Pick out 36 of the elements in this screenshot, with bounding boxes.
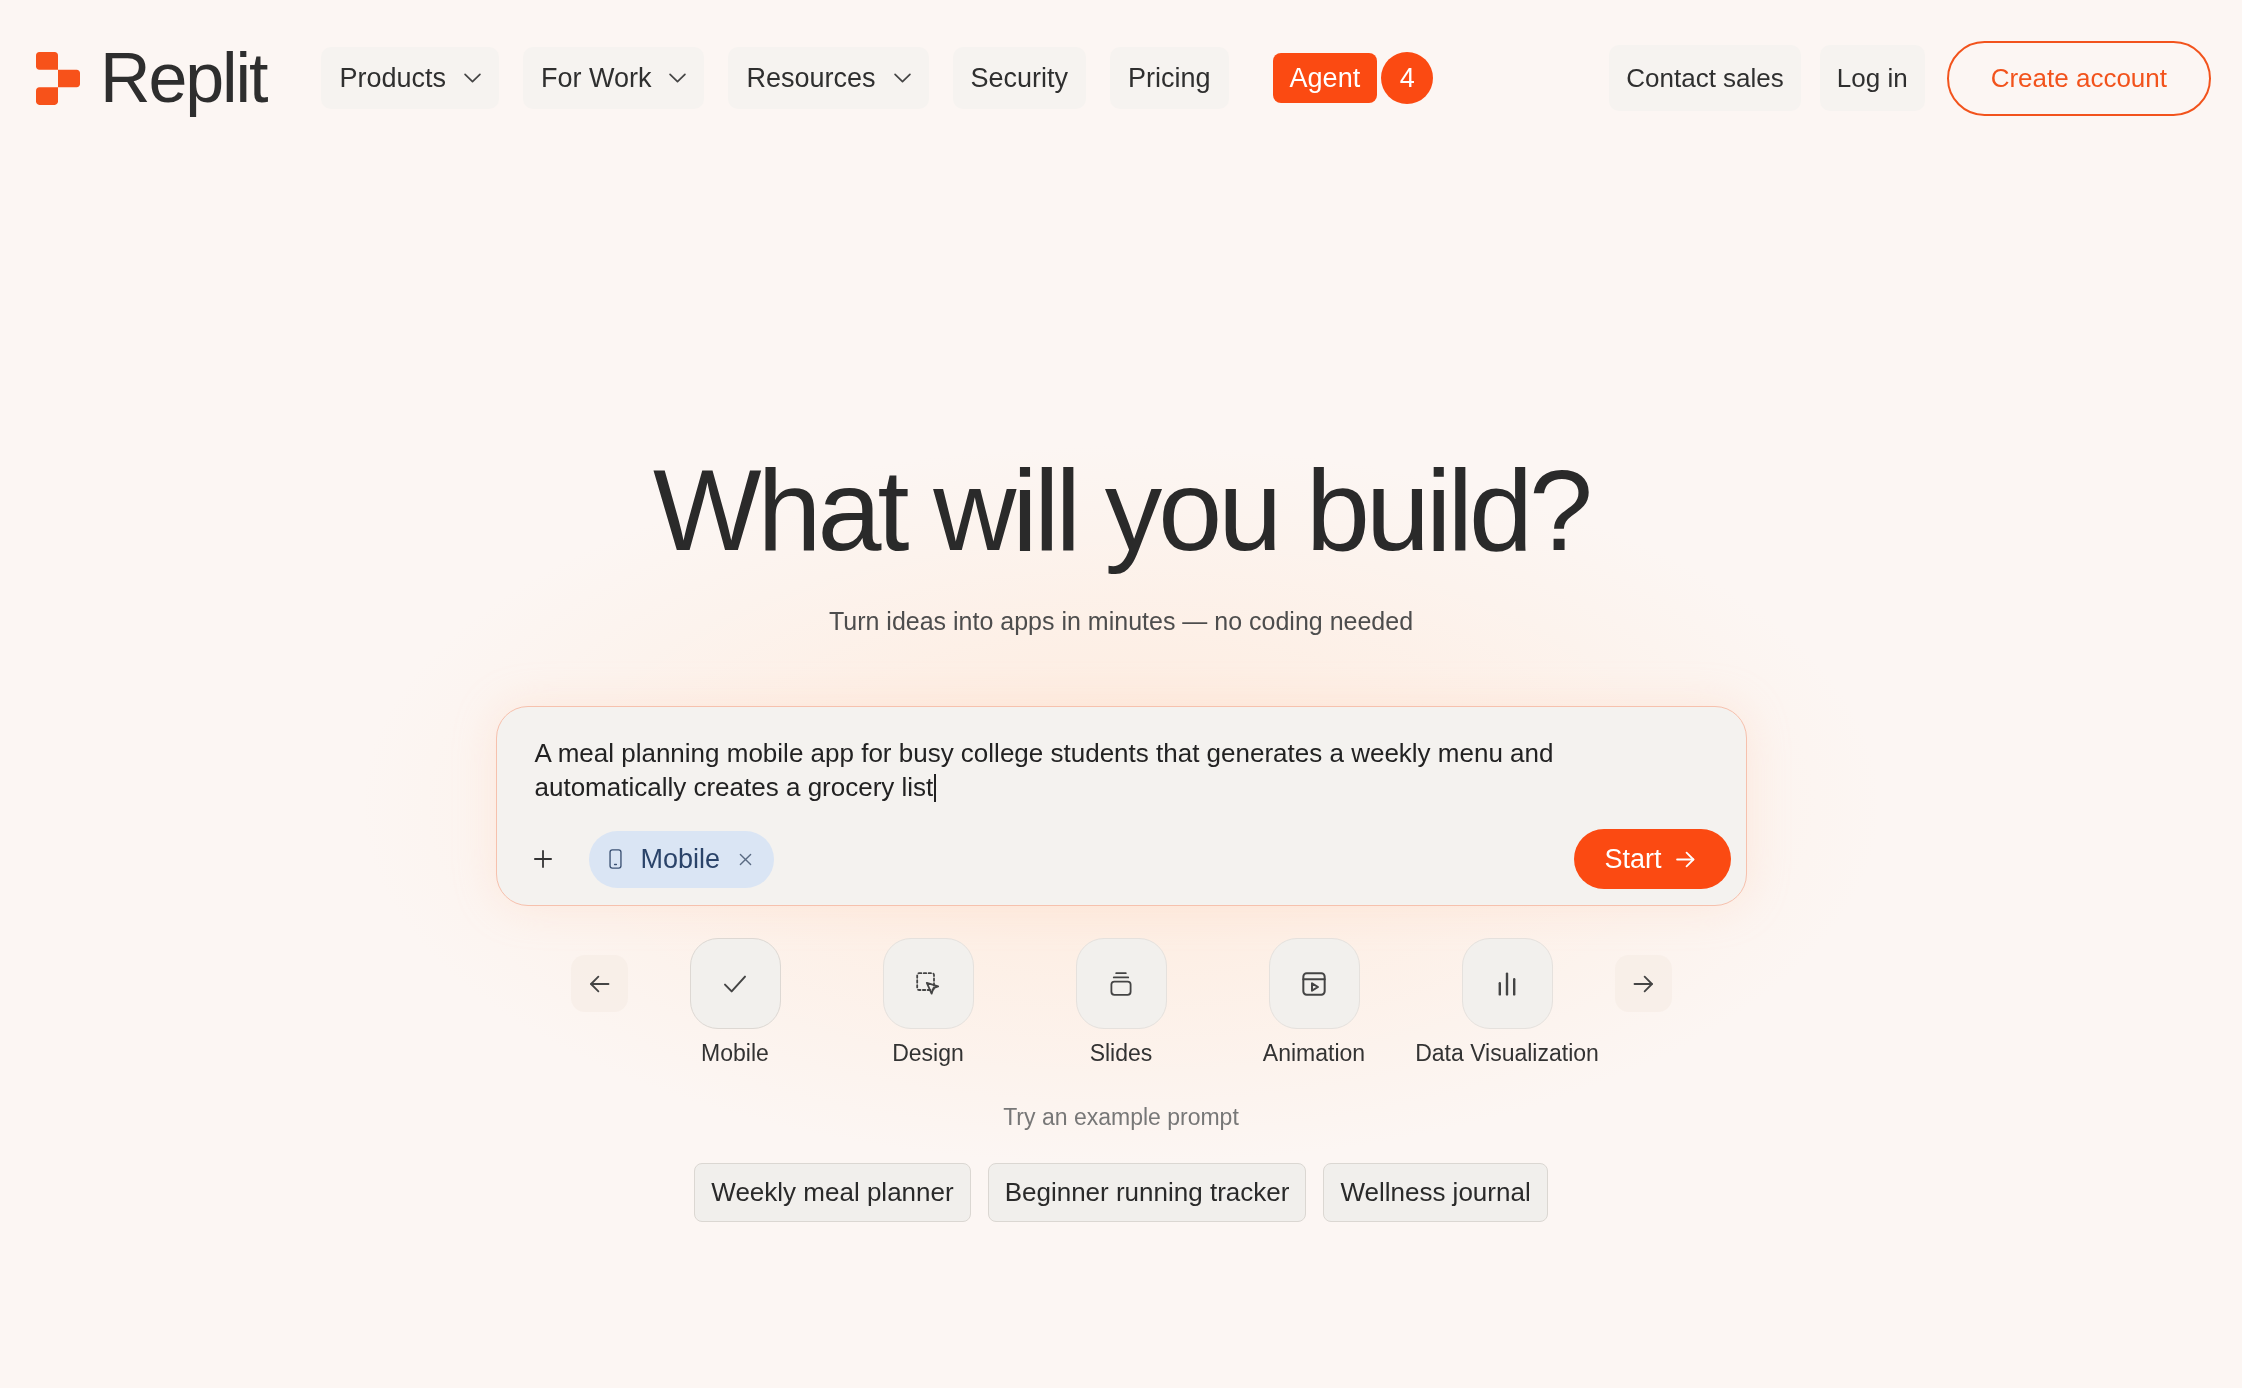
hero-subtitle: Turn ideas into apps in minutes — no coding needed bbox=[828, 606, 1414, 636]
category-label: Animation bbox=[1262, 1039, 1366, 1067]
category-label: Slides bbox=[1089, 1039, 1153, 1067]
prompt-input[interactable]: A meal planning mobile app for busy college students that generates a weekly menu and automatically creates a grocery list bbox=[534, 736, 1635, 804]
category-button[interactable] bbox=[1075, 938, 1167, 1029]
arrow-right-icon bbox=[1632, 974, 1654, 993]
nav-link[interactable]: Security bbox=[952, 47, 1087, 109]
example-prompt-button[interactable]: Weekly meal planner bbox=[694, 1163, 971, 1222]
example-prompt-button[interactable]: Wellness journal bbox=[1323, 1163, 1548, 1222]
plus-icon bbox=[533, 850, 552, 868]
example-prompt-button[interactable]: Beginner running tracker bbox=[987, 1163, 1307, 1222]
close-icon bbox=[739, 852, 753, 866]
tag-label: Mobile bbox=[640, 843, 721, 875]
nav-dropdown-button[interactable]: Products bbox=[321, 47, 499, 109]
next-button[interactable] bbox=[1614, 955, 1672, 1012]
category-label: Design bbox=[892, 1039, 964, 1067]
category-label: Data Visualization bbox=[1415, 1039, 1599, 1067]
remove-button[interactable] bbox=[739, 852, 753, 866]
hero-title: What will you build? bbox=[653, 446, 1589, 574]
count-badge: 4 bbox=[1381, 52, 1434, 104]
stack-icon bbox=[1109, 971, 1133, 996]
nav-dropdown-button[interactable]: Resources bbox=[728, 47, 929, 109]
category-button[interactable] bbox=[1268, 938, 1360, 1029]
selection-cursor-icon bbox=[916, 971, 940, 996]
arrow-right-icon bbox=[1675, 850, 1695, 868]
arrow-left-icon bbox=[588, 974, 610, 993]
previous-button[interactable] bbox=[570, 955, 628, 1012]
phone-icon bbox=[608, 849, 622, 869]
logo-icon[interactable] bbox=[36, 51, 80, 105]
nav-link[interactable]: Pricing bbox=[1110, 47, 1229, 109]
play-window-icon bbox=[1302, 971, 1326, 996]
nav-dropdown-button[interactable]: For Work bbox=[522, 47, 705, 109]
nav-link[interactable]: Contact sales bbox=[1609, 45, 1801, 111]
nav-link[interactable]: Log in bbox=[1819, 45, 1925, 111]
text-cursor bbox=[934, 774, 937, 802]
examples-heading: Try an example prompt bbox=[1003, 1103, 1239, 1131]
